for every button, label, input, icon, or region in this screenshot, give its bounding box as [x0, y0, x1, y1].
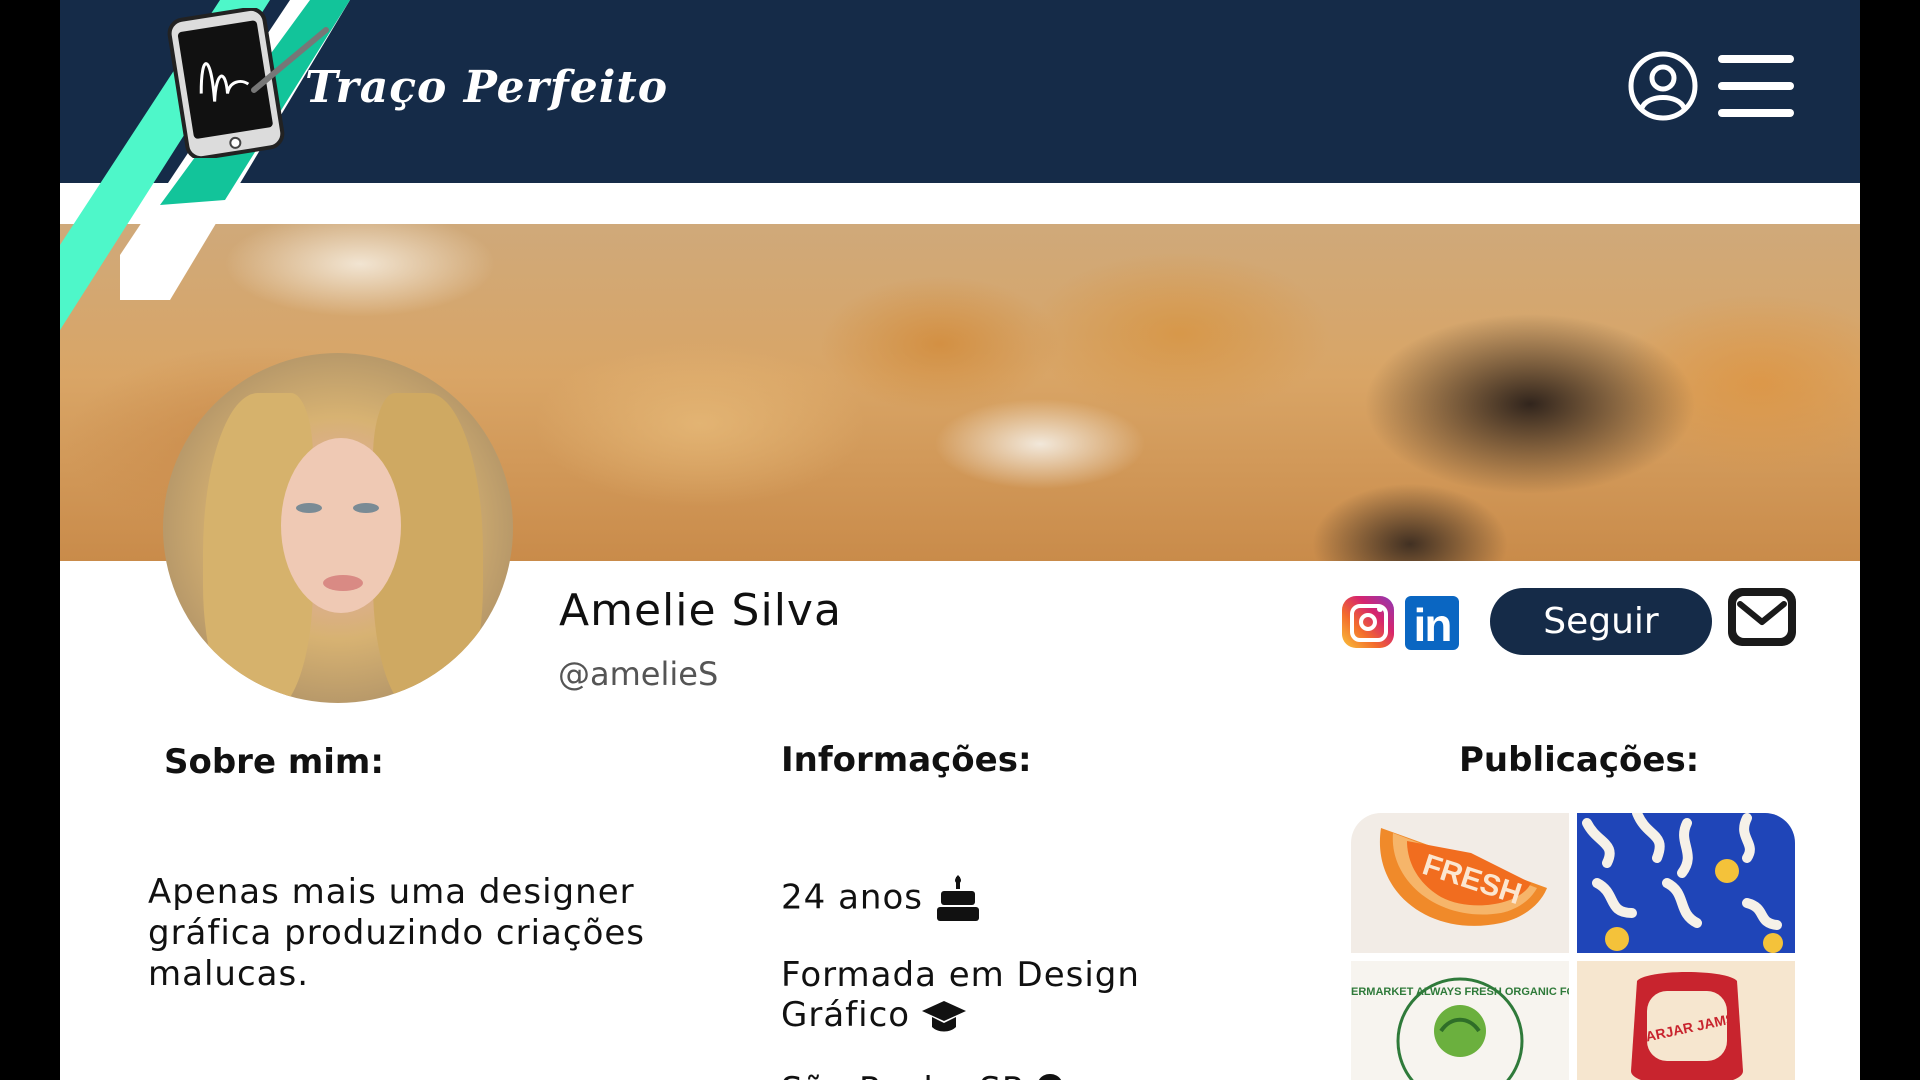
info-city-text: São Paulo, SP	[781, 1070, 1023, 1080]
brand-title[interactable]: Traço Perfeito	[305, 62, 668, 113]
supermarket-badge-artwork: SUPERMARKET ALWAYS FRESH ORGANIC FOOD	[1351, 977, 1569, 1080]
avatar-eye	[296, 503, 322, 513]
menu-icon-bar	[1718, 82, 1794, 90]
profile-page: Traço Perfeito Amelie Silva @amelieS in …	[60, 0, 1860, 1080]
profile-handle: @amelieS	[558, 655, 719, 693]
publication-tile-supermarket[interactable]: SUPERMARKET ALWAYS FRESH ORGANIC FOOD	[1351, 961, 1569, 1080]
instagram-icon-dot	[1377, 606, 1383, 612]
info-age: 24 anos	[781, 875, 981, 923]
avatar-eye	[353, 503, 379, 513]
menu-icon[interactable]	[1718, 55, 1794, 117]
jam-jar-artwork: JARJAR JAMS	[1631, 972, 1743, 1080]
publications-title: Publicações:	[1459, 740, 1700, 780]
menu-icon-bar	[1718, 55, 1794, 63]
graduation-cap-icon	[921, 1000, 966, 1031]
mail-icon-flap	[1737, 601, 1787, 625]
publications-grid: FRESH SUPERMARKET ALWAYS FRESH ORGANIC F…	[1351, 813, 1795, 1080]
instagram-icon-lens	[1359, 613, 1377, 631]
info-title: Informações:	[781, 740, 1032, 780]
publication-tile-jam[interactable]: JARJAR JAMS	[1577, 961, 1795, 1080]
mail-icon[interactable]	[1728, 588, 1796, 646]
info-graduation: Formada em Design Gráfico	[781, 955, 1201, 1035]
avatar-lips	[323, 575, 363, 591]
linkedin-icon[interactable]: in	[1405, 596, 1459, 651]
about-title: Sobre mim:	[164, 742, 384, 782]
info-age-text: 24 anos	[781, 877, 923, 918]
info-city: São Paulo, SP	[781, 1070, 1065, 1080]
blue-flower-pattern-artwork	[1577, 813, 1795, 953]
instagram-icon[interactable]	[1342, 596, 1394, 648]
cake-icon	[936, 875, 979, 921]
follow-button[interactable]: Seguir	[1490, 588, 1712, 655]
avatar[interactable]	[163, 353, 513, 703]
profile-name: Amelie Silva	[559, 585, 842, 636]
about-text: Apenas mais uma designer gráfica produzi…	[148, 872, 646, 994]
supermarket-label: SUPERMARKET ALWAYS FRESH ORGANIC FOOD	[1351, 986, 1569, 998]
user-icon[interactable]	[1627, 50, 1699, 122]
mail-icon-envelope	[1736, 596, 1788, 638]
publication-tile-fresh[interactable]: FRESH	[1351, 813, 1569, 953]
orange-slice-artwork: FRESH	[1379, 828, 1547, 926]
publication-tile-flowers[interactable]	[1577, 813, 1795, 953]
location-pin-icon	[1038, 1073, 1062, 1080]
menu-icon-bar	[1718, 109, 1794, 117]
